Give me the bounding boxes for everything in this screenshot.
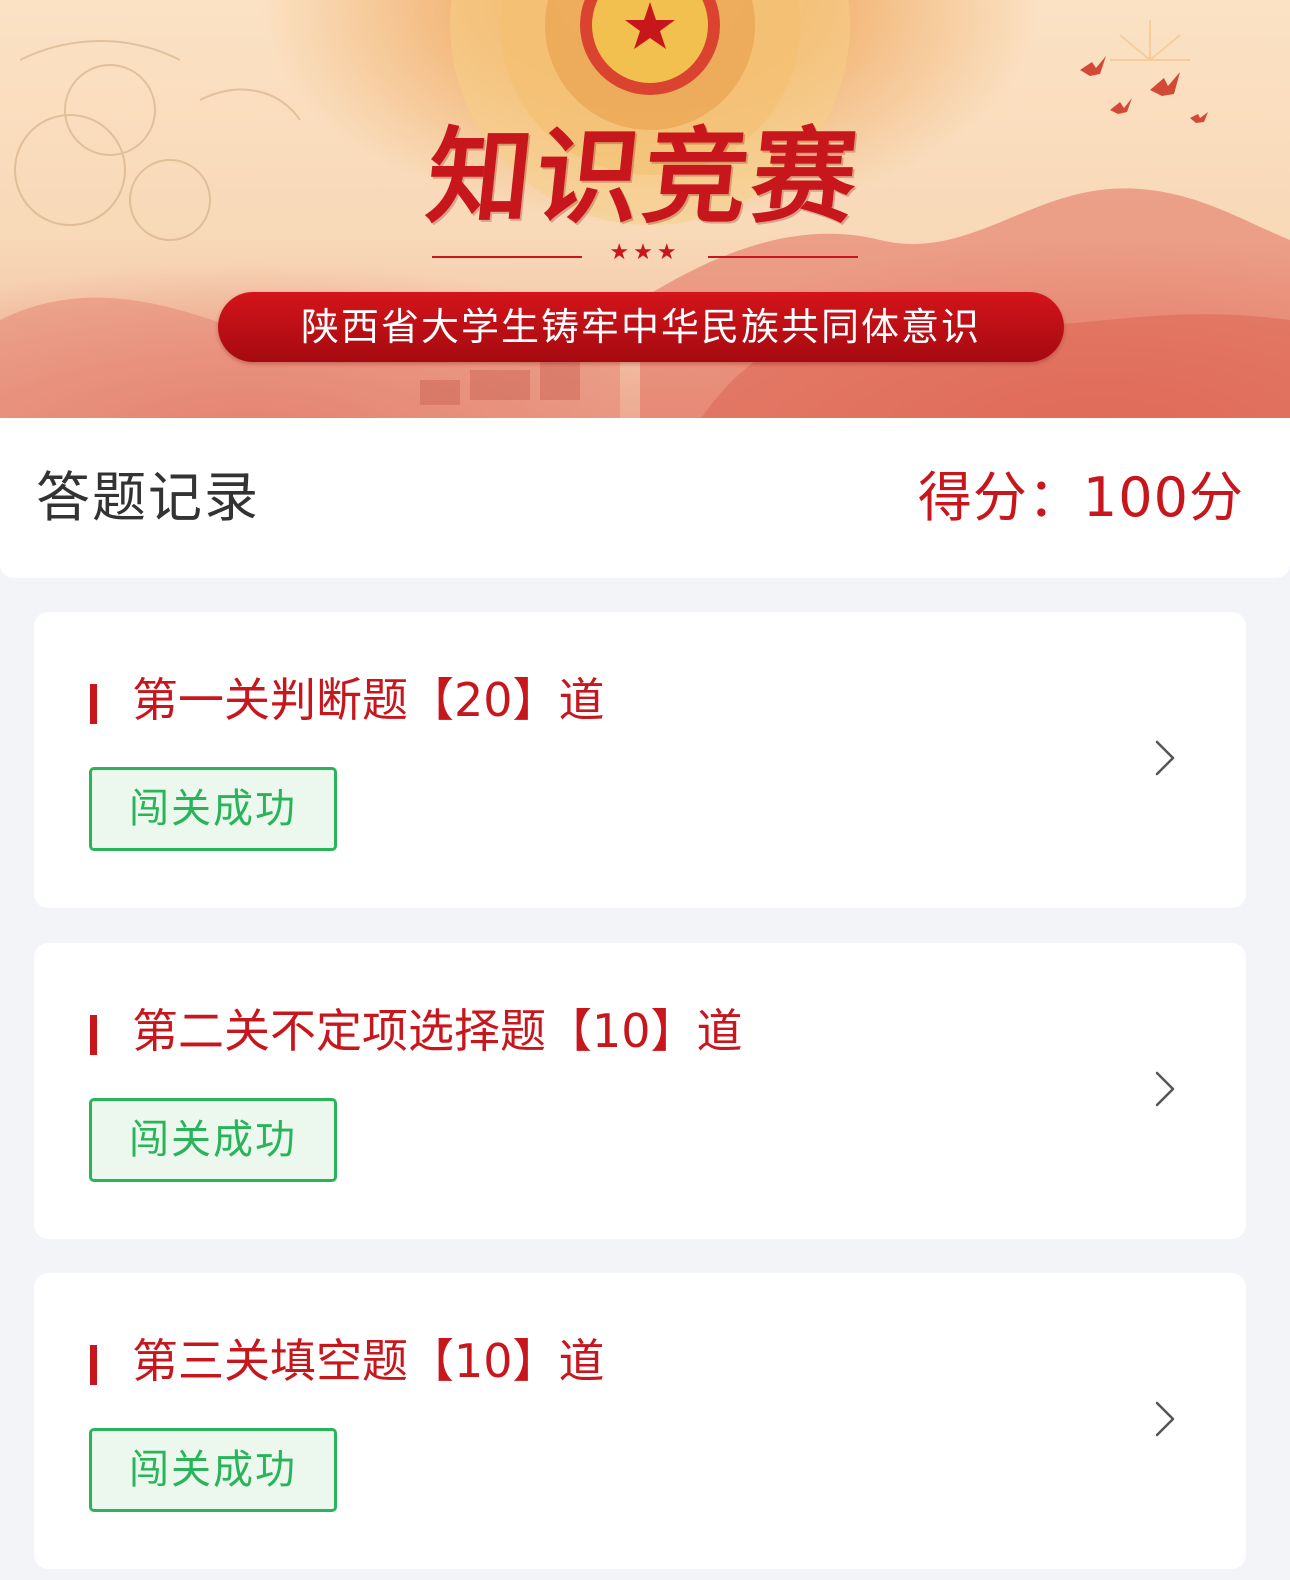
level-title: 第三关填空题【10】道 <box>132 1334 605 1388</box>
level-title: 第一关判断题【20】道 <box>132 673 605 727</box>
score-label: 得分： <box>917 466 1083 529</box>
chevron-right-icon[interactable] <box>1152 1399 1178 1439</box>
title-accent-bar <box>90 1015 97 1055</box>
chevron-right-icon[interactable] <box>1152 1069 1178 1109</box>
level-status-badge: 闯关成功 <box>89 767 337 851</box>
level-card-2[interactable]: 第二关不定项选择题【10】道 闯关成功 <box>34 943 1246 1239</box>
divider-line-left <box>432 256 582 258</box>
title-accent-bar <box>90 684 97 724</box>
divider-line-right <box>708 256 858 258</box>
level-title: 第二关不定项选择题【10】道 <box>132 1004 743 1058</box>
title-accent-bar <box>90 1345 97 1385</box>
banner-title: 知识竞赛 <box>421 115 867 238</box>
banner: 知识竞赛 ★★★ 陕西省大学生铸牢中华民族共同体意识 <box>0 0 1290 420</box>
level-status-badge: 闯关成功 <box>89 1098 337 1182</box>
three-stars-icon: ★★★ <box>609 240 681 265</box>
level-card-3[interactable]: 第三关填空题【10】道 闯关成功 <box>34 1273 1246 1569</box>
level-card-1[interactable]: 第一关判断题【20】道 闯关成功 <box>34 612 1246 908</box>
page-title: 答题记录 <box>36 466 260 529</box>
banner-subtitle: 陕西省大学生铸牢中华民族共同体意识 <box>218 292 1064 362</box>
banner-star-divider: ★★★ <box>0 240 1290 274</box>
score-value: 100分 <box>1082 466 1244 529</box>
chevron-right-icon[interactable] <box>1152 738 1178 778</box>
level-status-badge: 闯关成功 <box>89 1428 337 1512</box>
score-display: 得分：100分 <box>918 466 1244 530</box>
